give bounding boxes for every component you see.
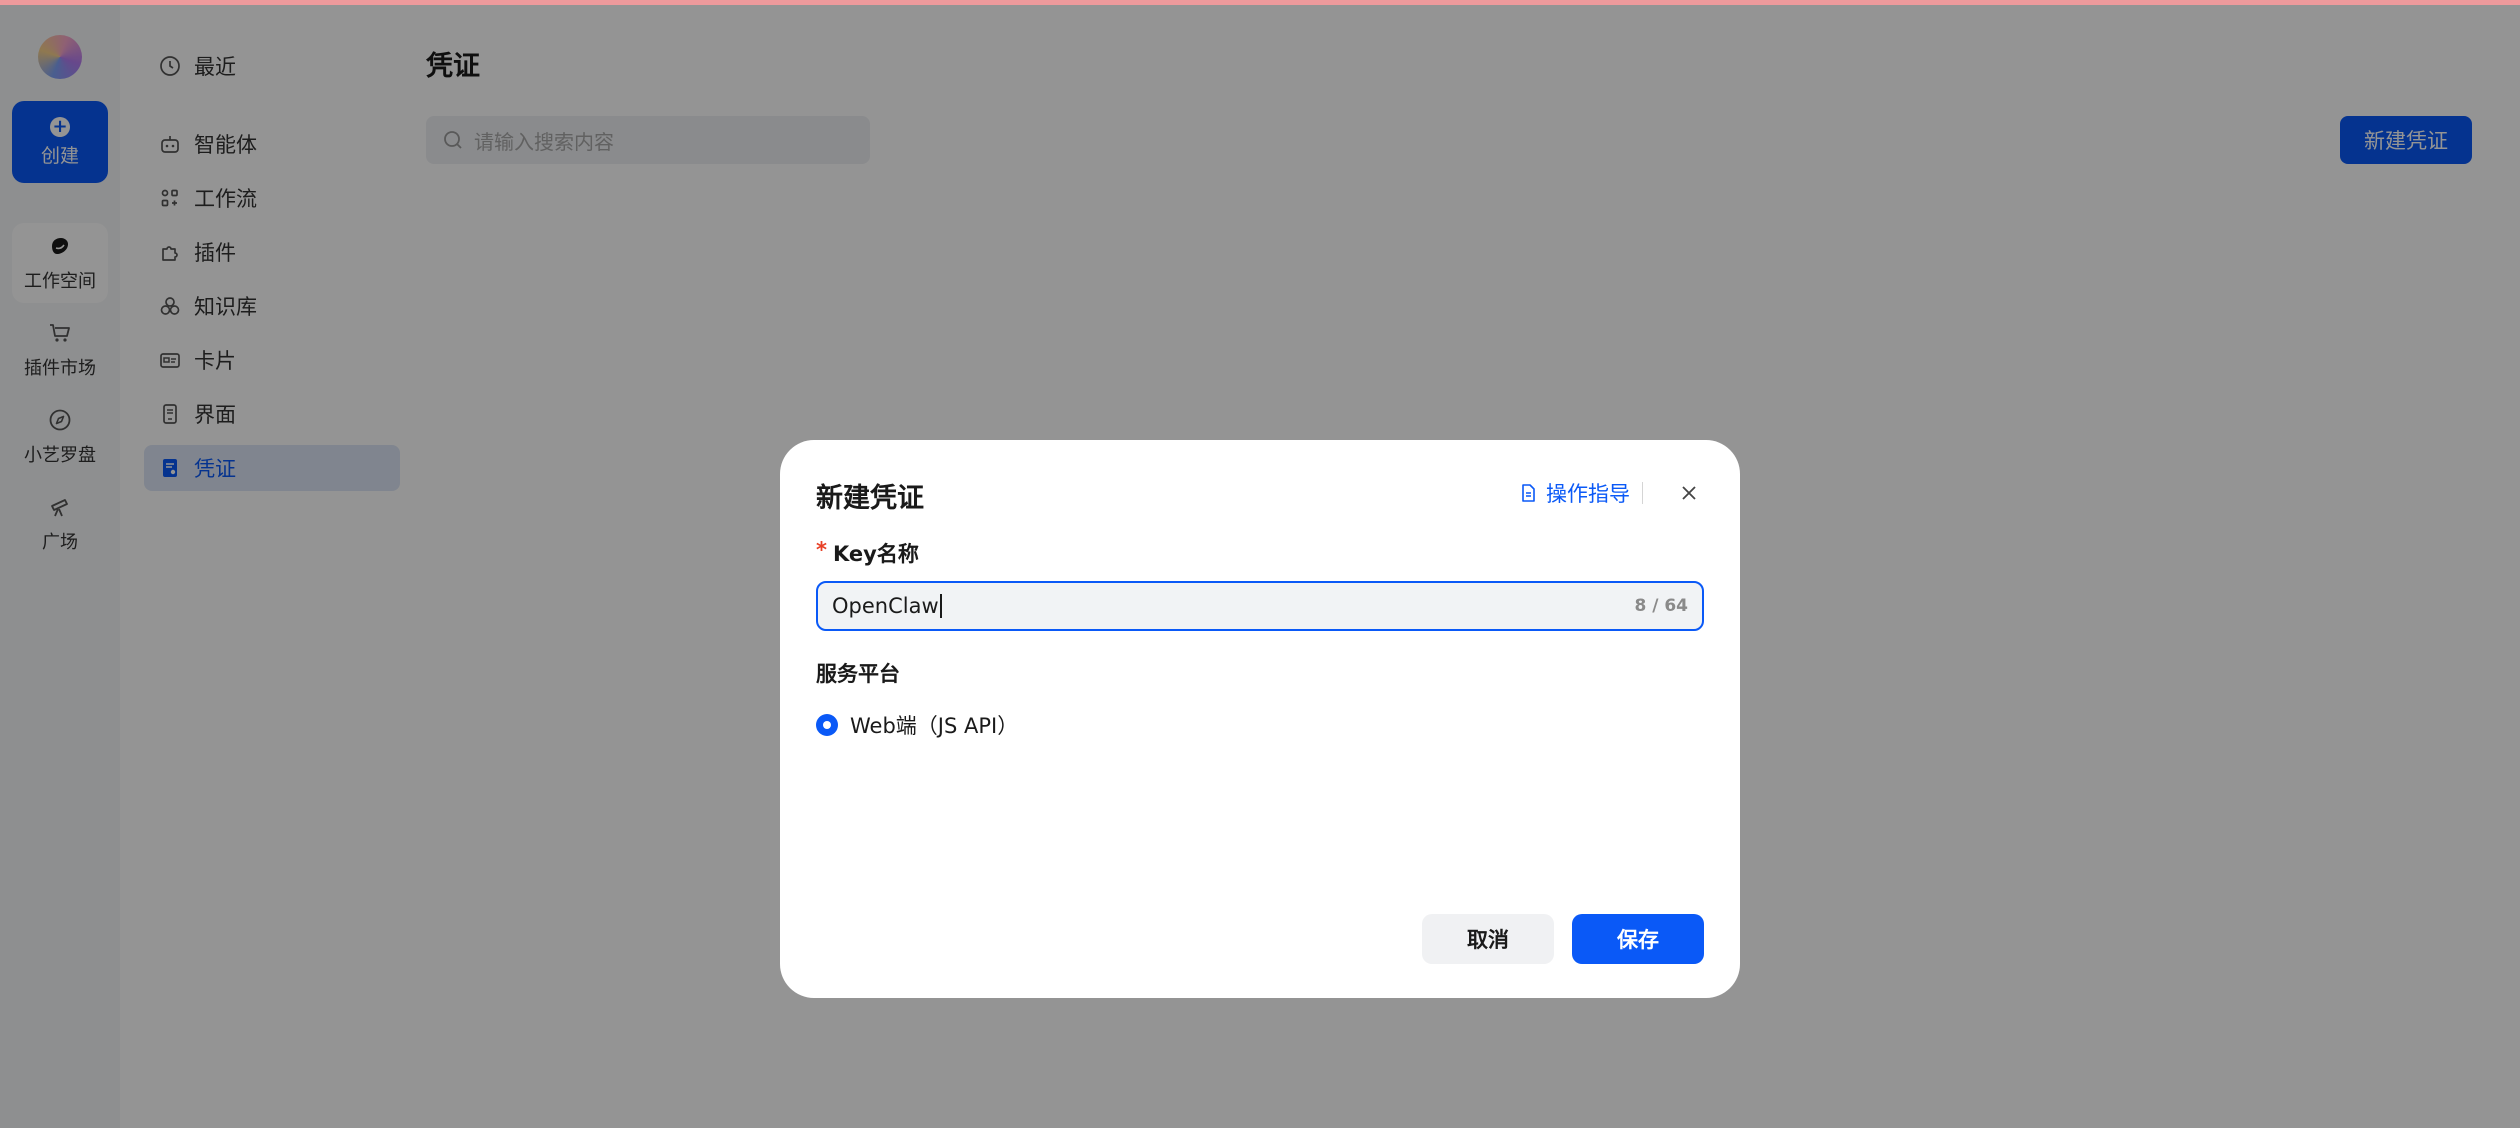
- top-accent-line: [0, 0, 2520, 5]
- char-counter: 8 / 64: [1634, 596, 1688, 616]
- header-divider: [1642, 482, 1643, 504]
- key-name-value: OpenClaw: [832, 594, 939, 618]
- guide-link[interactable]: 操作指导: [1518, 478, 1630, 508]
- radio-selected[interactable]: [816, 714, 838, 736]
- document-icon: [1522, 484, 1535, 502]
- service-platform-label: 服务平台: [816, 662, 900, 686]
- key-name-input[interactable]: OpenClaw 8 / 64: [816, 581, 1704, 631]
- save-button[interactable]: 保存: [1572, 914, 1704, 964]
- platform-option-web[interactable]: Web端（JS API）: [816, 710, 1018, 740]
- new-credential-dialog: 新建凭证 操作指导 * Key名称 OpenClaw 8 / 64 服务平台 W…: [780, 440, 1740, 998]
- text-caret: [939, 594, 942, 618]
- required-mark: *: [816, 538, 827, 562]
- guide-label: 操作指导: [1546, 482, 1630, 506]
- cancel-button[interactable]: 取消: [1422, 914, 1554, 964]
- close-icon: [1682, 486, 1696, 500]
- key-name-label: * Key名称: [816, 538, 919, 568]
- dialog-title: 新建凭证: [816, 483, 924, 514]
- key-name-label-text: Key名称: [832, 542, 919, 566]
- platform-option-label: Web端（JS API）: [850, 714, 1019, 738]
- close-button[interactable]: [1674, 478, 1704, 508]
